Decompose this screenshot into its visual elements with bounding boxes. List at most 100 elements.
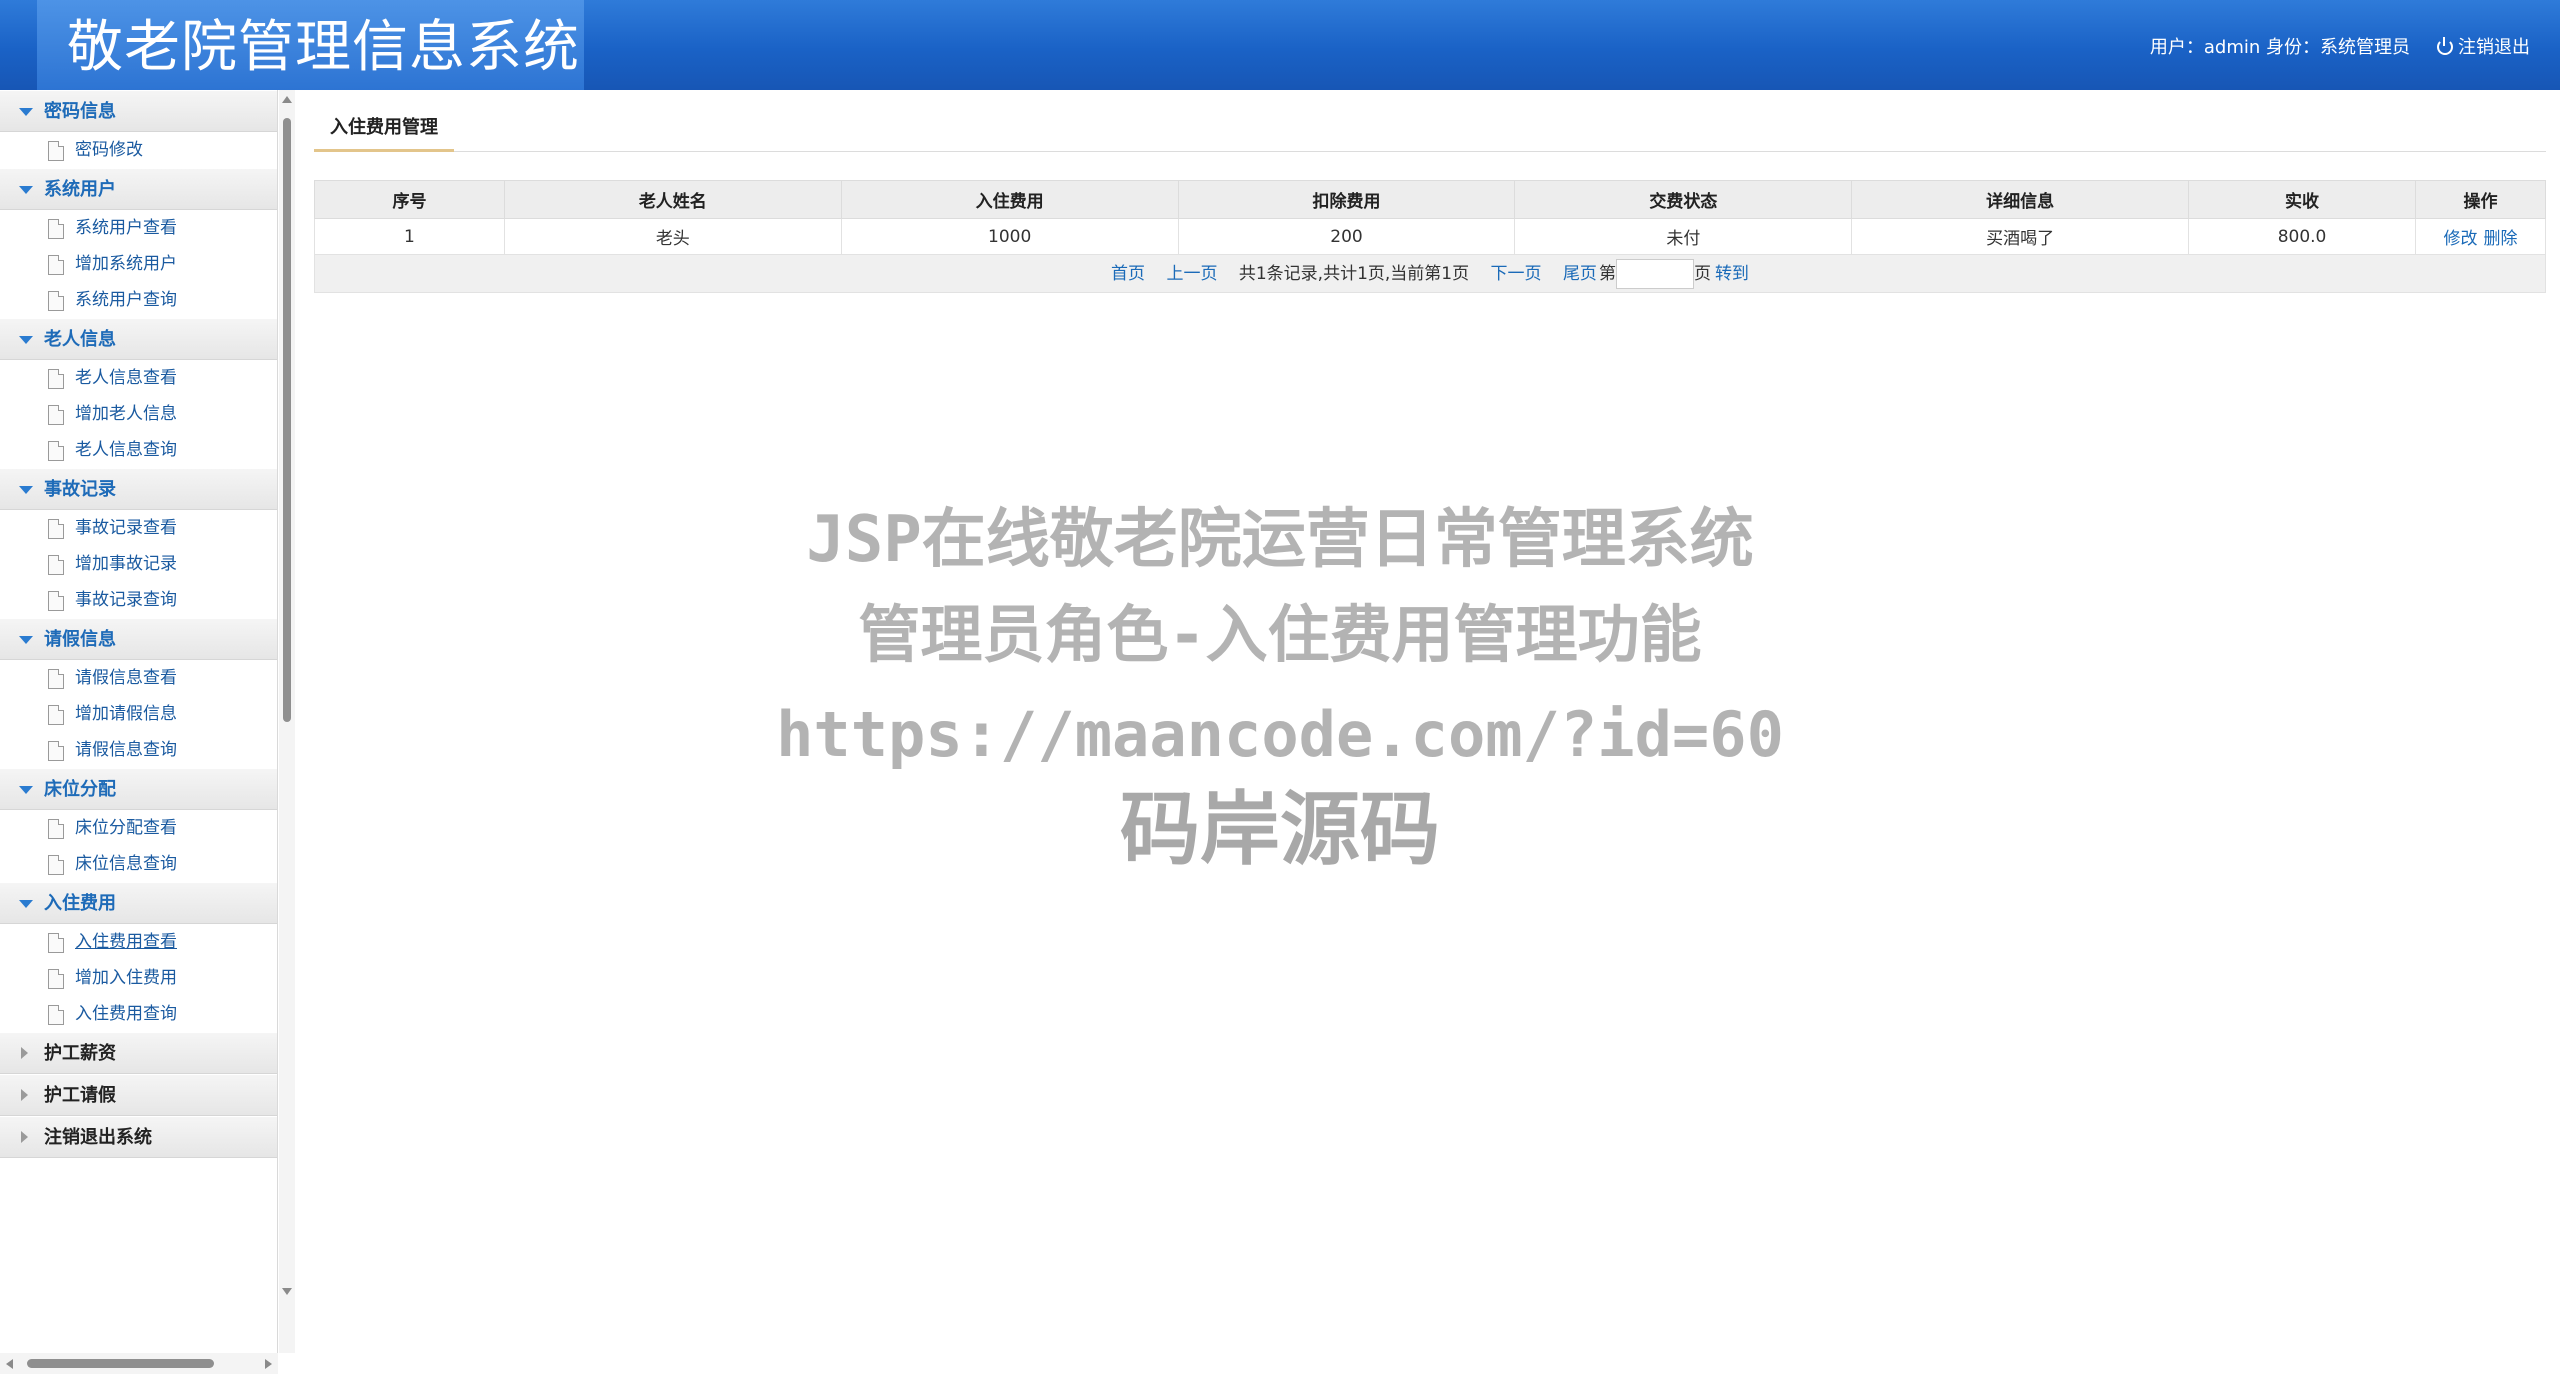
scrollbar-thumb[interactable] [27, 1359, 214, 1368]
sidebar-item[interactable]: 事故记录查询 [0, 582, 277, 618]
sidebar-item[interactable]: 增加系统用户 [0, 246, 277, 282]
document-icon [48, 141, 64, 161]
sidebar-group-label: 密码信息 [44, 101, 116, 122]
sidebar-item-label: 事故记录查看 [75, 518, 177, 538]
first-page-link[interactable]: 首页 [1111, 264, 1145, 284]
sidebar-item-label: 事故记录查询 [75, 590, 177, 610]
sidebar-item-label: 请假信息查看 [75, 668, 177, 688]
scroll-right-arrow-icon[interactable] [265, 1359, 272, 1369]
sidebar-item-label: 入住费用查询 [75, 1004, 177, 1024]
page-number-input[interactable] [1615, 258, 1694, 289]
caret-down-icon [19, 486, 33, 494]
sidebar-item[interactable]: 入住费用查询 [0, 996, 277, 1032]
caret-down-icon [19, 108, 33, 116]
scroll-down-arrow-icon[interactable] [282, 1288, 292, 1295]
sidebar-group-header[interactable]: 入住费用 [0, 882, 277, 924]
sidebar-item-label: 密码修改 [75, 140, 143, 160]
column-header: 详细信息 [1851, 180, 2190, 219]
sidebar-item[interactable]: 密码修改 [0, 132, 277, 168]
cell-no: 1 [314, 218, 505, 255]
logout-button[interactable]: 注销退出 [2437, 33, 2530, 59]
column-header: 老人姓名 [503, 180, 842, 219]
document-icon [48, 1005, 64, 1025]
document-icon [48, 669, 64, 689]
go-page-link[interactable]: 转到 [1715, 264, 1749, 284]
caret-right-icon [21, 1131, 28, 1143]
watermark-line-url: https://maancode.com/?id=60 [776, 698, 1784, 771]
sidebar-group-header[interactable]: 系统用户 [0, 168, 277, 210]
top-header: 敬老院管理信息系统 用户：admin 身份：系统管理员 注销退出 [0, 0, 2560, 90]
delete-link[interactable]: 删除 [2483, 229, 2517, 249]
sidebar-group-header[interactable]: 老人信息 [0, 318, 277, 360]
sidebar-item[interactable]: 床位分配查看 [0, 810, 277, 846]
caret-down-icon [19, 186, 33, 194]
document-icon [48, 291, 64, 311]
sidebar-group-header[interactable]: 护工薪资 [0, 1032, 277, 1074]
logout-label: 注销退出 [2458, 37, 2530, 58]
cell-detail: 买酒喝了 [1851, 218, 2190, 255]
last-page-link[interactable]: 尾页 [1563, 264, 1597, 284]
sidebar-item[interactable]: 增加请假信息 [0, 696, 277, 732]
sidebar-item-label: 入住费用查看 [75, 932, 177, 952]
cell-fee: 1000 [840, 218, 1179, 255]
sidebar-group-header[interactable]: 护工请假 [0, 1074, 277, 1116]
sidebar-item[interactable]: 老人信息查看 [0, 360, 277, 396]
document-icon [48, 255, 64, 275]
next-page-link[interactable]: 下一页 [1491, 264, 1542, 284]
edit-link[interactable]: 修改 [2443, 229, 2477, 249]
prev-page-link[interactable]: 上一页 [1166, 264, 1217, 284]
sidebar-item-label: 老人信息查询 [75, 440, 177, 460]
sidebar-item[interactable]: 请假信息查询 [0, 732, 277, 768]
table-row: 1 老头 1000 200 未付 买酒喝了 800.0 修改 删除 [314, 218, 2547, 255]
sidebar-group-header[interactable]: 事故记录 [0, 468, 277, 510]
sidebar-group-header[interactable]: 床位分配 [0, 768, 277, 810]
caret-right-icon [21, 1089, 28, 1101]
cell-deduct: 200 [1177, 218, 1516, 255]
caret-down-icon [19, 786, 33, 794]
sidebar: 密码信息密码修改系统用户 系统用户查看 增加系统用户 系统用户查询 老人信息 老人信息查看… [0, 90, 278, 1353]
tab-bar: 入住费用管理 [314, 100, 2546, 152]
column-header: 实收 [2188, 180, 2416, 219]
page-suffix: 页 [1693, 263, 1711, 284]
document-icon [48, 441, 64, 461]
sidebar-item[interactable]: 老人信息查询 [0, 432, 277, 468]
sidebar-item[interactable]: 请假信息查看 [0, 660, 277, 696]
tab-fee-management[interactable]: 入住费用管理 [314, 108, 454, 152]
sidebar-group-header[interactable]: 密码信息 [0, 90, 277, 132]
sidebar-item[interactable]: 床位信息查询 [0, 846, 277, 882]
title-box: 敬老院管理信息系统 [37, 0, 584, 90]
sidebar-horizontal-scrollbar[interactable] [0, 1353, 278, 1374]
watermark: JSP在线敬老院运营日常管理系统 管理员角色-入住费用管理功能 https://… [700, 495, 1860, 875]
sidebar-group-label: 护工请假 [44, 1085, 116, 1106]
document-icon [48, 819, 64, 839]
cell-actual: 800.0 [2188, 218, 2416, 255]
pager-summary: 共1条记录,共计1页,当前第1页 [1238, 263, 1470, 284]
sidebar-item-label: 增加事故记录 [75, 554, 177, 574]
sidebar-item[interactable]: 增加老人信息 [0, 396, 277, 432]
sidebar-group-header[interactable]: 注销退出系统 [0, 1116, 277, 1158]
sidebar-item[interactable]: 入住费用查看 [0, 924, 277, 960]
sidebar-item[interactable]: 事故记录查看 [0, 510, 277, 546]
sidebar-item[interactable]: 增加入住费用 [0, 960, 277, 996]
main-content: 入住费用管理 序号 老人姓名 入住费用 扣除费用 交费状态 详细信息 实收 操作… [314, 100, 2547, 293]
watermark-line-brand: 码岸源码 [1120, 783, 1440, 876]
sidebar-item[interactable]: 增加事故记录 [0, 546, 277, 582]
scroll-up-arrow-icon[interactable] [282, 96, 292, 103]
scroll-left-arrow-icon[interactable] [6, 1359, 13, 1369]
document-icon [48, 741, 64, 761]
document-icon [48, 405, 64, 425]
sidebar-vertical-scrollbar[interactable] [279, 90, 295, 1353]
fee-table: 序号 老人姓名 入住费用 扣除费用 交费状态 详细信息 实收 操作 1 老头 1… [314, 180, 2547, 293]
column-header: 交费状态 [1514, 180, 1853, 219]
document-icon [48, 555, 64, 575]
sidebar-item[interactable]: 系统用户查询 [0, 282, 277, 318]
caret-down-icon [19, 636, 33, 644]
pager: 首页 上一页 共1条记录,共计1页,当前第1页 下一页 尾页第 页转到 [314, 254, 2546, 293]
sidebar-item[interactable]: 系统用户查看 [0, 210, 277, 246]
scrollbar-thumb[interactable] [283, 118, 291, 722]
sidebar-group-label: 事故记录 [44, 479, 116, 500]
caret-down-icon [19, 336, 33, 344]
table-header-row: 序号 老人姓名 入住费用 扣除费用 交费状态 详细信息 实收 操作 [314, 180, 2547, 219]
sidebar-item-label: 请假信息查询 [75, 740, 177, 760]
sidebar-group-header[interactable]: 请假信息 [0, 618, 277, 660]
